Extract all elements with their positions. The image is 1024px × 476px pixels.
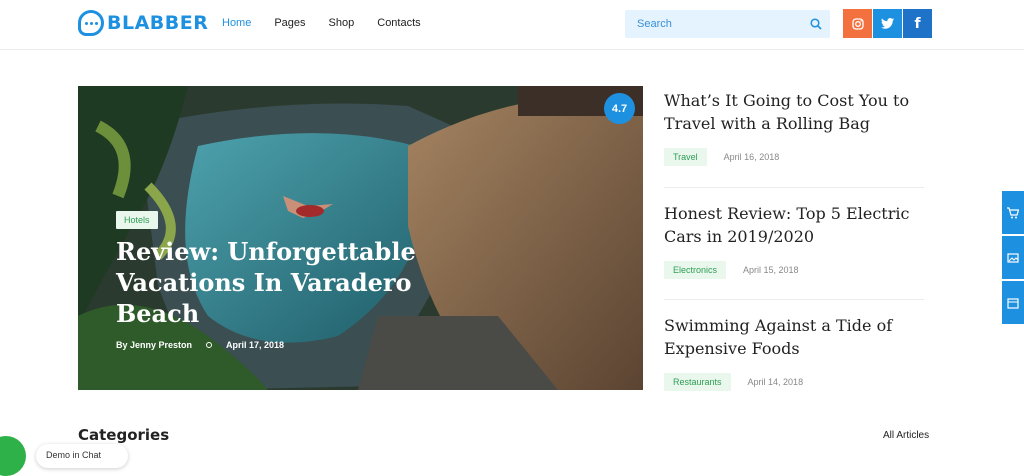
featured-tag[interactable]: Hotels (116, 211, 158, 229)
side-calendar-button[interactable] (1002, 281, 1024, 324)
featured-meta: By Jenny Preston April 17, 2018 (116, 340, 284, 350)
rating-badge: 4.7 (604, 93, 635, 124)
post-tag[interactable]: Travel (664, 148, 707, 166)
divider (664, 299, 924, 300)
side-gallery-button[interactable] (1002, 236, 1024, 279)
nav-pages[interactable]: Pages (274, 16, 305, 30)
facebook-icon: f (914, 15, 921, 32)
nav-contacts[interactable]: Contacts (377, 16, 420, 30)
post-item: Honest Review: Top 5 Electric Cars in 20… (664, 202, 924, 279)
chat-bubble-icon (78, 10, 104, 36)
post-date: April 14, 2018 (747, 377, 804, 387)
cart-icon (1007, 206, 1019, 218)
instagram-icon (851, 17, 864, 30)
post-tag[interactable]: Restaurants (664, 373, 731, 391)
featured-title[interactable]: Review: Unforgettable Vacations In Varad… (116, 236, 416, 329)
categories-heading: Categories (78, 426, 170, 444)
twitter-icon (881, 18, 894, 29)
post-date: April 15, 2018 (743, 265, 799, 275)
nav-home[interactable]: Home (222, 16, 251, 30)
logo-text: BLABBER (107, 12, 209, 34)
side-cart-button[interactable] (1002, 191, 1024, 234)
all-articles-link[interactable]: All Articles (883, 430, 929, 441)
search-box (625, 10, 830, 38)
facebook-button[interactable]: f (903, 9, 932, 38)
twitter-button[interactable] (873, 9, 902, 38)
instagram-button[interactable] (843, 9, 872, 38)
image-icon (1007, 252, 1019, 263)
featured-author[interactable]: By Jenny Preston (116, 340, 192, 350)
meta-separator-icon (206, 342, 213, 348)
post-item: Swimming Against a Tide of Expensive Foo… (664, 314, 924, 391)
post-title[interactable]: Swimming Against a Tide of Expensive Foo… (664, 314, 924, 360)
nav-shop[interactable]: Shop (329, 16, 355, 30)
chat-label[interactable]: Demo in Chat (36, 444, 128, 468)
divider (664, 187, 924, 188)
chat-button[interactable] (0, 436, 26, 476)
featured-date: April 17, 2018 (226, 340, 285, 350)
search-icon[interactable] (810, 18, 822, 30)
search-input[interactable] (625, 10, 805, 38)
post-title[interactable]: Honest Review: Top 5 Electric Cars in 20… (664, 202, 924, 248)
main-nav: Home Pages Shop Contacts (222, 16, 444, 30)
post-tag[interactable]: Electronics (664, 261, 727, 279)
post-title[interactable]: What’s It Going to Cost You to Travel wi… (664, 89, 924, 135)
post-date: April 16, 2018 (723, 152, 780, 162)
post-item: What’s It Going to Cost You to Travel wi… (664, 89, 924, 166)
site-header: BLABBER Home Pages Shop Contacts f (0, 0, 1024, 50)
site-logo[interactable]: BLABBER (78, 10, 208, 36)
calendar-icon (1007, 297, 1019, 309)
